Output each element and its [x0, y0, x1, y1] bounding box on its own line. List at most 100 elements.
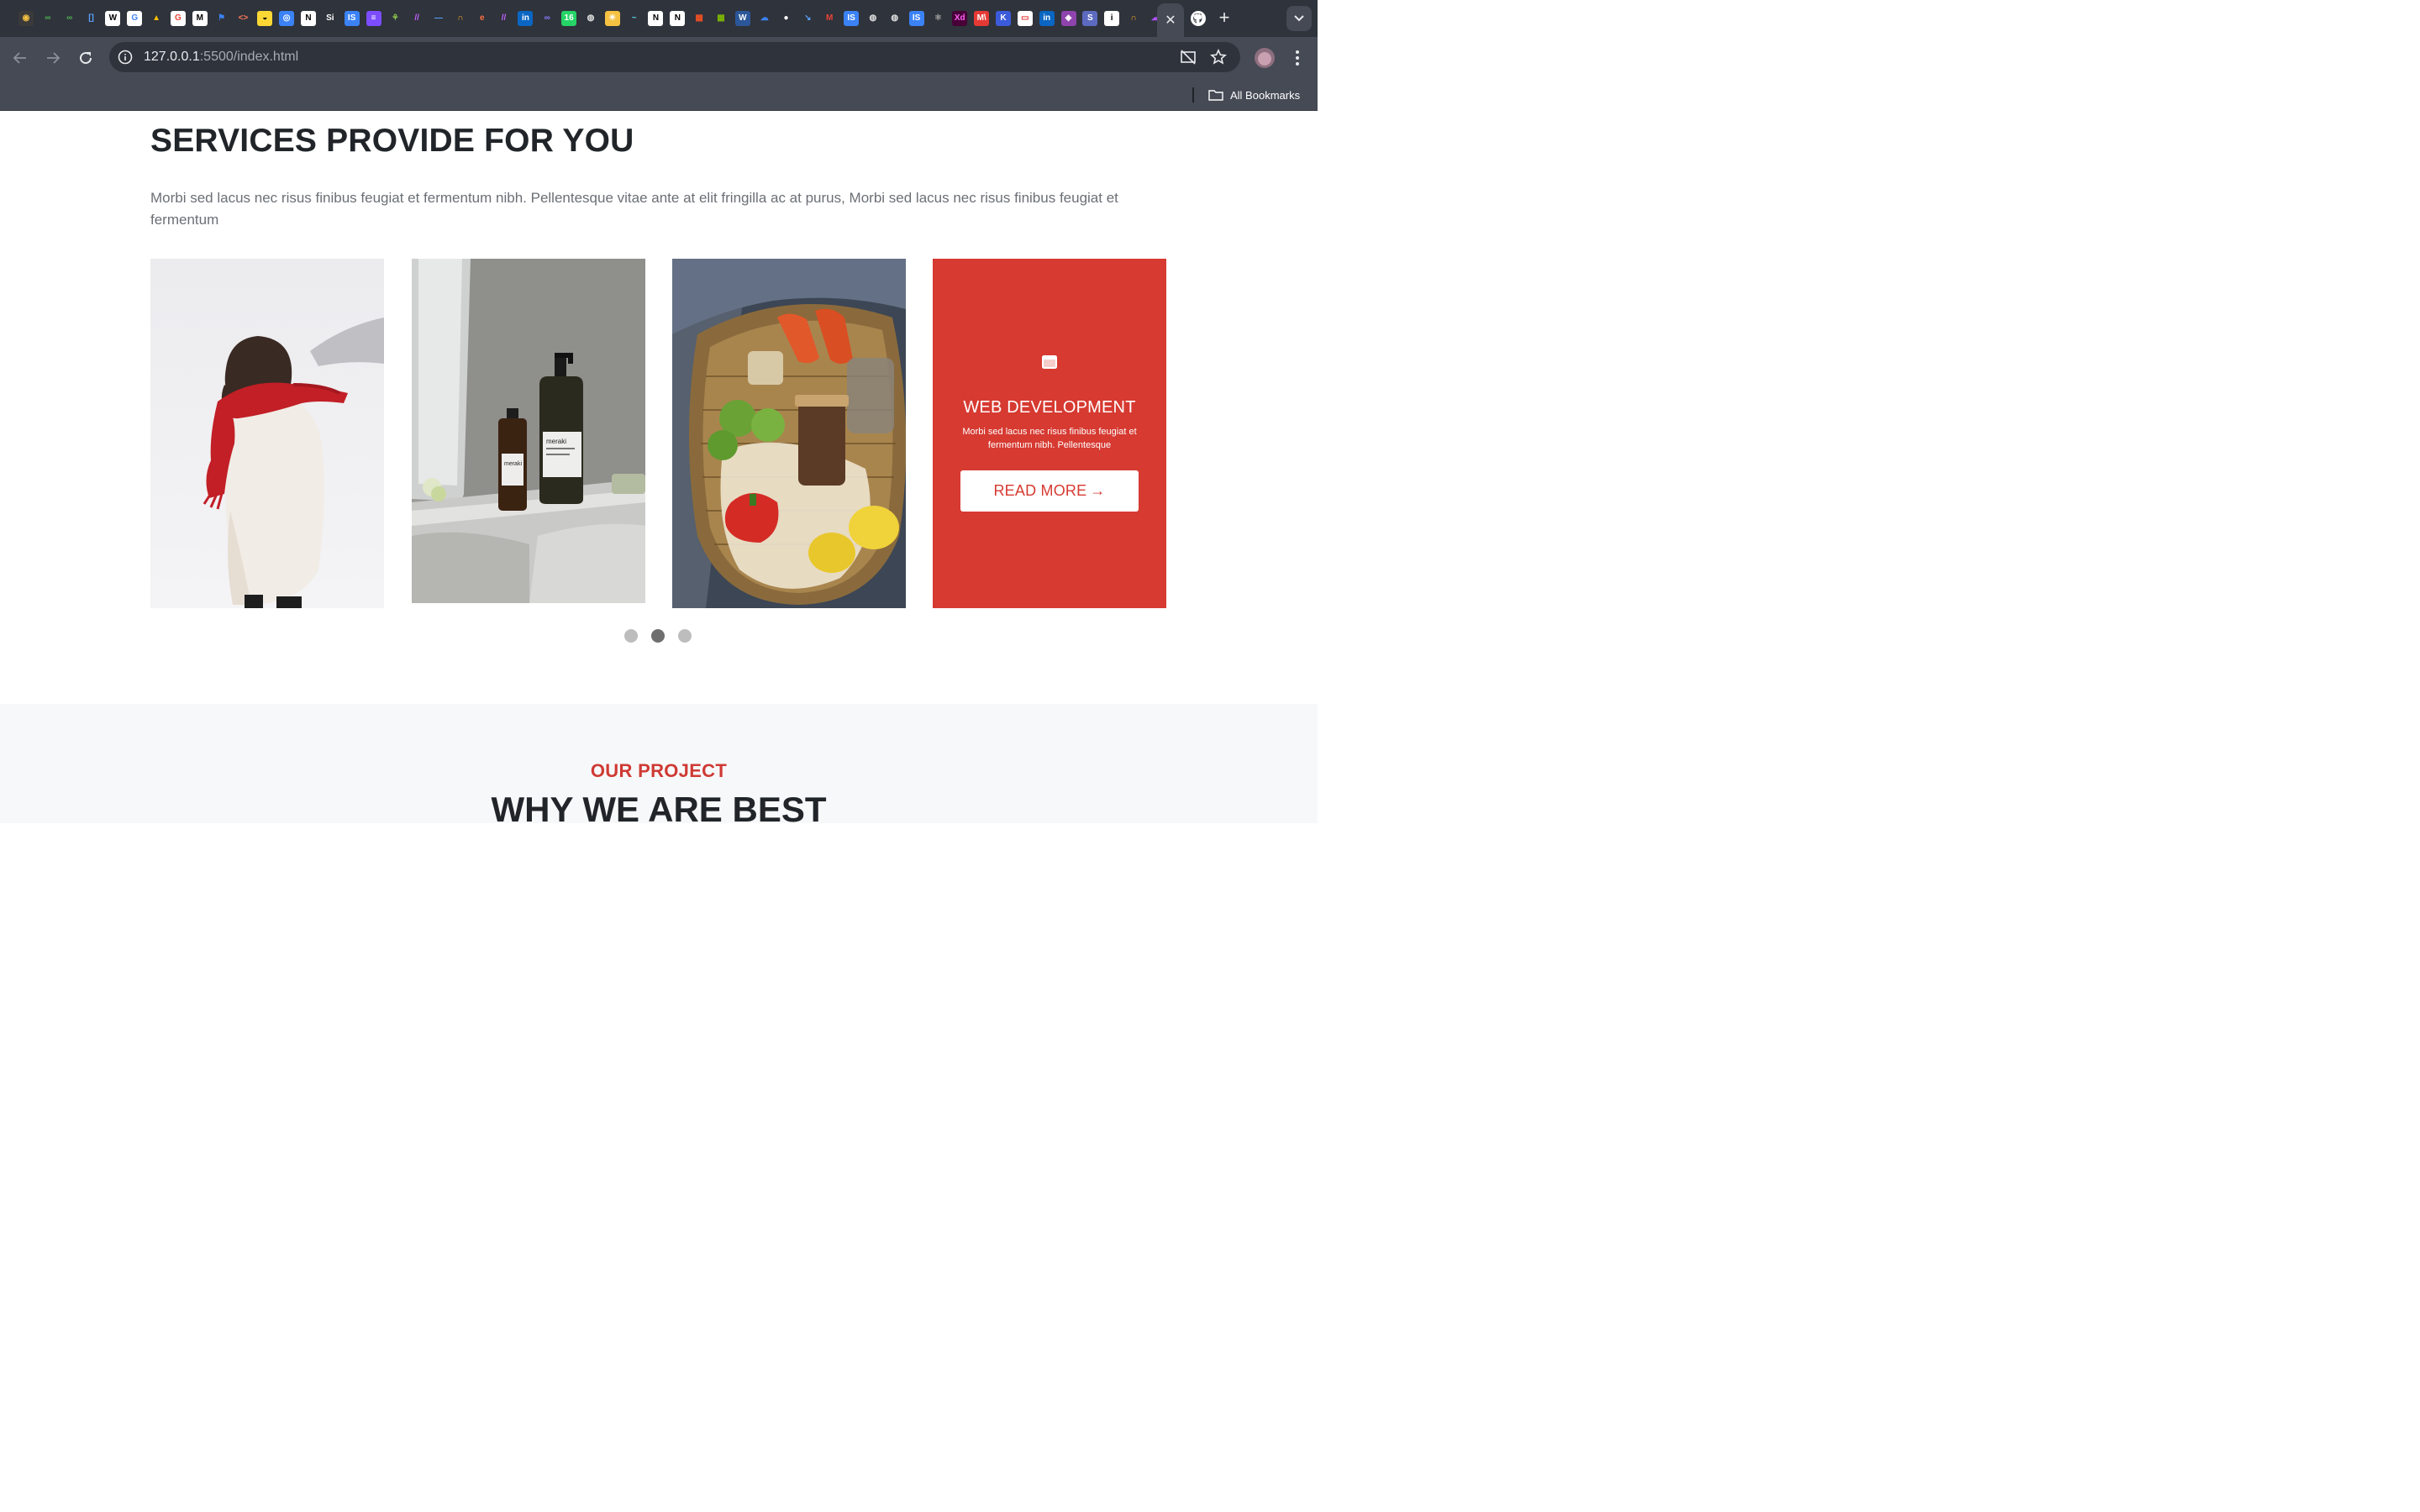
avatar-face — [1258, 52, 1271, 66]
microsoft-icon-2[interactable]: ▦ — [713, 11, 729, 26]
edge-icon[interactable]: e — [475, 11, 490, 26]
project-title: WHY WE ARE BEST — [491, 790, 827, 829]
arrow-left-icon — [13, 52, 26, 64]
leaf-icon[interactable]: ⚘ — [387, 11, 402, 26]
medium-icon[interactable]: M — [192, 11, 208, 26]
globe-icon[interactable]: ◍ — [583, 11, 598, 26]
linkedin-icon-2[interactable]: in — [1039, 11, 1055, 26]
arrow-right-icon — [47, 52, 60, 64]
github-icon[interactable]: ● — [779, 11, 794, 26]
service-card-web-development: WEB DEVELOPMENT Morbi sed lacus nec risu… — [933, 259, 1166, 608]
link-icon-1[interactable]: ∞ — [40, 11, 55, 26]
url-text[interactable]: 127.0.0.1:5500/index.html — [144, 50, 298, 65]
sun-icon[interactable]: ☀ — [604, 11, 620, 26]
headset-icon[interactable]: ∩ — [453, 11, 468, 26]
carousel-dot-1[interactable] — [624, 629, 638, 643]
service-card-title: WEB DEVELOPMENT — [963, 398, 1136, 417]
is-icon-2[interactable]: IS — [844, 11, 860, 26]
react-icon[interactable]: ⚛ — [930, 11, 945, 26]
headset-icon-2[interactable]: ∩ — [1126, 11, 1141, 26]
project-kicker: OUR PROJECT — [590, 760, 728, 781]
service-card-image-2[interactable]: meraki meraki — [412, 259, 645, 603]
is-icon-3[interactable]: IS — [908, 11, 924, 26]
active-tab[interactable]: ✕ — [1157, 3, 1184, 37]
google-icon-2[interactable]: G — [170, 11, 186, 26]
service-card-image-1[interactable] — [150, 259, 384, 608]
linkedin-icon[interactable]: in — [518, 11, 534, 26]
stripe-icon[interactable]: // — [409, 11, 424, 26]
wix-icon[interactable]: W — [105, 11, 121, 26]
browser-toolbar: 127.0.0.1:5500/index.html — [0, 37, 1318, 79]
url-path: :5500/index.html — [199, 50, 299, 64]
stripe-icon-2[interactable]: // — [497, 11, 512, 26]
s-icon[interactable]: S — [1082, 11, 1098, 26]
link-icon-2[interactable]: ∞ — [62, 11, 77, 26]
arrow-right-icon: → — [1090, 482, 1106, 499]
service-card-text: Morbi sed lacus nec risus finibus feugia… — [962, 427, 1137, 450]
google-icon[interactable]: G — [127, 11, 143, 26]
star-icon[interactable] — [1210, 49, 1227, 66]
browser-tab-strip: ◉ ∞ ∞[] W G ▲ G M ⚑ <> ◒ ◎ N Si IS ≡ ⚘//— ∩ e//in ∞ 16 ◍ ☀ ~ N N ▦… — [0, 0, 1318, 37]
site-info-icon[interactable] — [118, 50, 133, 65]
services-title: SERVICES PROVIDE FOR YOU — [150, 123, 634, 159]
service-card-image-3[interactable] — [672, 259, 906, 608]
notion-icon[interactable]: N — [300, 11, 316, 26]
tilde-icon[interactable]: ~ — [627, 11, 642, 26]
forward-button[interactable] — [43, 48, 63, 68]
meraki-bottles-image: meraki meraki — [412, 259, 645, 603]
chatgpt-icon[interactable]: ◉ — [18, 11, 34, 26]
onedrive-icon[interactable]: ☁ — [757, 11, 772, 26]
xd-icon[interactable]: Xd — [952, 11, 968, 26]
read-more-button[interactable]: READ MORE → — [960, 470, 1139, 512]
all-bookmarks-button[interactable]: All Bookmarks — [1208, 87, 1300, 103]
carousel-dot-3[interactable] — [678, 629, 692, 643]
woman-snow-image — [150, 259, 384, 608]
browser-window-icon — [1042, 355, 1057, 369]
github-tab-icon[interactable] — [1190, 10, 1207, 27]
bracket-icon[interactable]: [] — [84, 11, 99, 26]
drive-icon[interactable]: ▲ — [149, 11, 164, 26]
profile-avatar[interactable] — [1255, 48, 1275, 68]
close-tab-icon[interactable]: ✕ — [1165, 12, 1176, 29]
red-card-icon[interactable]: ▭ — [1017, 11, 1033, 26]
more-menu-icon[interactable] — [1291, 50, 1304, 66]
bookmarks-bar: All Bookmarks — [0, 79, 1318, 111]
all-bookmarks-label: All Bookmarks — [1230, 88, 1301, 102]
reload-button[interactable] — [76, 48, 96, 68]
is-icon[interactable]: IS — [344, 11, 360, 26]
infinity-icon[interactable]: ∞ — [539, 11, 555, 26]
globe-icon-3[interactable]: ◍ — [887, 11, 902, 26]
tab-search-button[interactable] — [1286, 6, 1312, 31]
word-icon[interactable]: W — [734, 11, 750, 26]
pinned-tab-favicons: ◉ ∞ ∞[] W G ▲ G M ⚑ <> ◒ ◎ N Si IS ≡ ⚘//— ∩ e//in ∞ 16 ◍ ☀ ~ N N ▦… — [18, 9, 1170, 28]
si-icon[interactable]: Si — [323, 11, 338, 26]
whatsapp-icon[interactable]: 16 — [561, 11, 577, 26]
carousel-dot-2[interactable] — [651, 629, 665, 643]
notion-icon-2[interactable]: N — [648, 11, 664, 26]
notion-icon-3[interactable]: N — [670, 11, 686, 26]
gmail-icon[interactable]: M — [822, 11, 837, 26]
dash-icon[interactable]: — — [431, 11, 446, 26]
mv-icon[interactable]: M\ — [974, 11, 990, 26]
read-more-label: READ MORE — [993, 482, 1087, 499]
url-host: 127.0.0.1 — [144, 50, 200, 64]
code-icon[interactable]: <> — [235, 11, 250, 26]
shield-icon[interactable]: ◈ — [1060, 11, 1076, 26]
back-button[interactable] — [10, 48, 30, 68]
flag-icon[interactable]: ⚑ — [214, 11, 229, 26]
bee-icon[interactable]: ◒ — [257, 11, 273, 26]
web-page: SERVICES PROVIDE FOR YOU Morbi sed lacus… — [0, 111, 1318, 829]
arrow-icon[interactable]: ↘ — [800, 11, 815, 26]
microsoft-icon[interactable]: ▦ — [692, 11, 707, 26]
folder-icon — [1208, 90, 1223, 101]
globe-icon-2[interactable]: ◍ — [865, 11, 881, 26]
services-description: Morbi sed lacus nec risus finibus feugia… — [150, 190, 1118, 228]
new-tab-button[interactable]: + — [1215, 8, 1234, 27]
kotlin-icon[interactable]: K — [995, 11, 1011, 26]
address-bar[interactable]: 127.0.0.1:5500/index.html — [109, 42, 1240, 72]
info-icon[interactable]: i — [1104, 11, 1120, 26]
cast-off-icon[interactable] — [1180, 50, 1197, 65]
globe-blue-icon[interactable]: ◎ — [279, 11, 295, 26]
list-icon[interactable]: ≡ — [366, 11, 381, 26]
reload-icon — [80, 52, 92, 65]
